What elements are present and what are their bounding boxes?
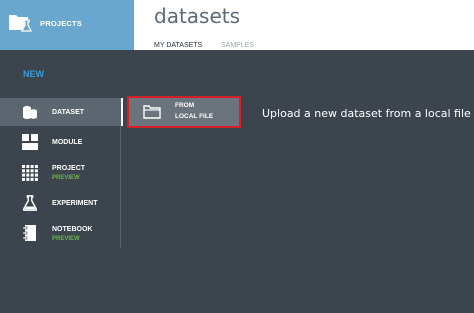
- menu-item-module-label: MODULE: [52, 139, 83, 146]
- menu-item-dataset[interactable]: DATASET: [0, 98, 120, 126]
- new-heading: NEW: [23, 69, 44, 79]
- projects-label: PROJECTS: [40, 19, 83, 28]
- flask-icon: [23, 195, 37, 211]
- new-flyout-panel: NEW DATASET MODULE PROJECT PREVIEW EXPER…: [0, 50, 474, 313]
- projects-folder-flask-icon: [9, 15, 32, 32]
- grid-icon: [22, 165, 38, 181]
- menu-item-notebook-label: NOTEBOOK: [52, 226, 93, 233]
- from-local-file-label-line1: FROM: [175, 102, 195, 109]
- menu-item-module[interactable]: MODULE: [0, 130, 120, 160]
- menu-item-project[interactable]: PROJECT PREVIEW: [0, 162, 120, 192]
- notebook-icon: [22, 225, 36, 241]
- menu-item-experiment-label: EXPERIMENT: [52, 200, 98, 207]
- menu-item-experiment[interactable]: EXPERIMENT: [0, 194, 120, 224]
- top-bar: PROJECTS datasets MY DATASETS SAMPLES: [0, 0, 474, 50]
- project-preview-badge: PREVIEW: [52, 175, 80, 181]
- from-local-file-button[interactable]: FROM LOCAL FILE: [127, 96, 241, 128]
- upload-hint-text: Upload a new dataset from a local file: [262, 107, 471, 120]
- database-icon: [23, 106, 37, 119]
- folder-icon: [143, 105, 161, 119]
- module-icon: [22, 134, 38, 150]
- from-local-file-label-line2: LOCAL FILE: [175, 113, 214, 120]
- projects-tile[interactable]: PROJECTS: [0, 0, 134, 50]
- page-title: datasets: [154, 4, 241, 28]
- app-root: PROJECTS datasets MY DATASETS SAMPLES NE…: [0, 0, 474, 313]
- menu-item-project-label: PROJECT: [52, 165, 86, 172]
- menu-item-notebook[interactable]: NOTEBOOK PREVIEW: [0, 223, 120, 253]
- notebook-preview-badge: PREVIEW: [52, 236, 80, 242]
- tab-samples[interactable]: SAMPLES: [221, 42, 254, 49]
- tab-my-datasets[interactable]: MY DATASETS: [154, 42, 202, 49]
- menu-divider: [120, 98, 121, 248]
- menu-item-dataset-label: DATASET: [52, 109, 85, 116]
